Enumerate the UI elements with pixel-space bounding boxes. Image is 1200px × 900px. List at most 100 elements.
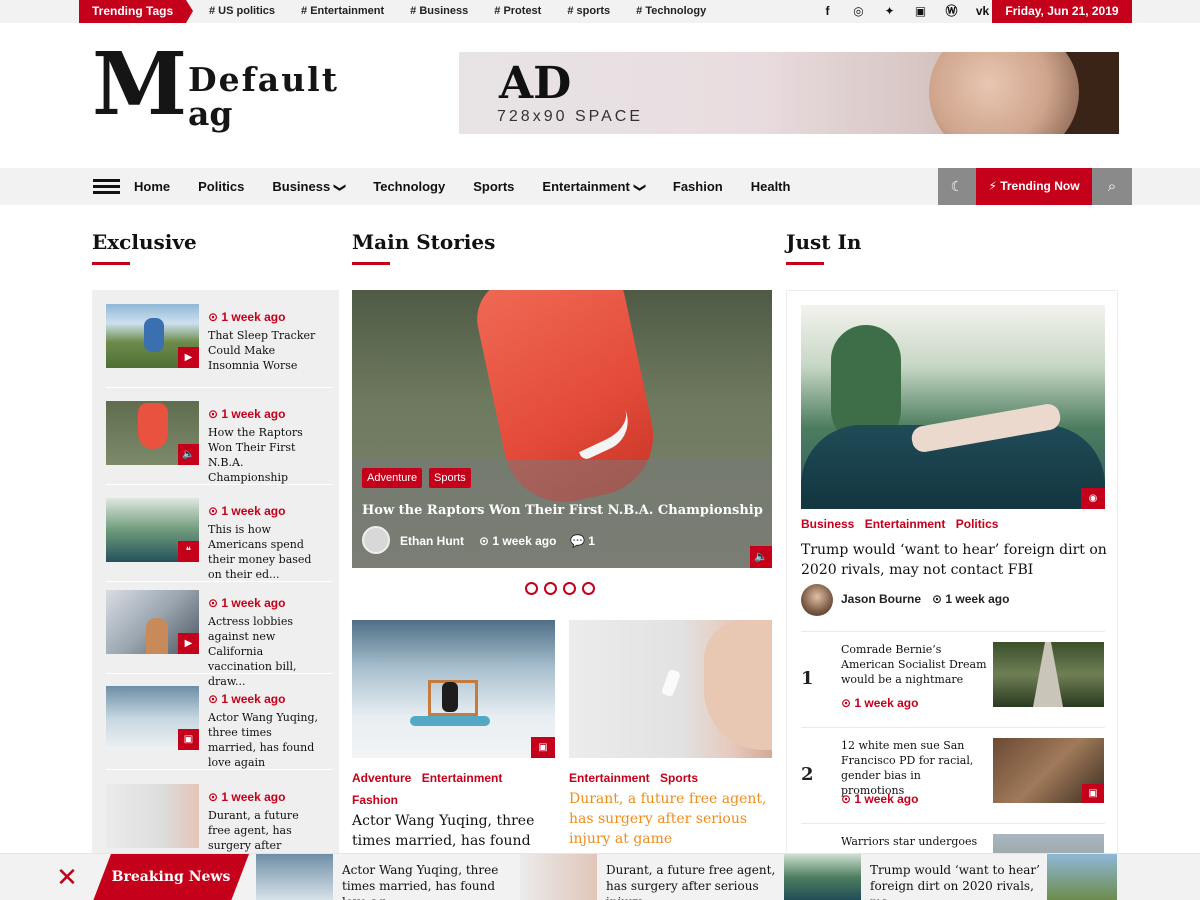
tag-link[interactable]: # Business <box>410 0 468 23</box>
item-time: ⊙ 1 week ago <box>208 407 286 421</box>
hero-title[interactable]: How the Raptors Won Their First N.B.A. C… <box>362 503 763 518</box>
time-text: 1 week ago <box>854 792 919 806</box>
search-icon[interactable]: ⌕ <box>1092 168 1132 205</box>
close-icon[interactable]: ✕ <box>55 864 79 890</box>
category-link[interactable]: Adventure <box>352 771 411 785</box>
main-story-slider[interactable]: Adventure Sports How the Raptors Won The… <box>352 290 772 568</box>
author-name[interactable]: Ethan Hunt <box>400 534 464 548</box>
breaking-thumb <box>520 854 597 900</box>
time-text: 1 week ago <box>221 790 286 804</box>
story-card[interactable]: Entertainment Sports Durant, a future fr… <box>569 620 772 849</box>
item-title[interactable]: Actor Wang Yuqing, three times married, … <box>208 710 318 770</box>
tag-link[interactable]: # Entertainment <box>301 0 384 23</box>
trending-tags-list: # US politics # Entertainment # Business… <box>209 0 732 23</box>
list-item[interactable]: ▣ ⊙ 1 week ago Actor Wang Yuqing, three … <box>106 686 332 770</box>
time-text: 1 week ago <box>221 407 286 421</box>
list-item[interactable]: 🔈 ⊙ 1 week ago How the Raptors Won Their… <box>106 401 332 485</box>
item-time: ⊙ 1 week ago <box>208 790 286 804</box>
author-name[interactable]: Jason Bourne <box>841 592 921 606</box>
thumbnail: 🔈 <box>106 401 199 465</box>
breaking-title[interactable]: Actor Wang Yuqing, three times married, … <box>342 862 512 900</box>
item-time: ⊙ 1 week ago <box>208 692 286 706</box>
slider-dot[interactable] <box>544 582 557 595</box>
nav-item-technology[interactable]: Technology <box>373 168 445 205</box>
ad-banner[interactable]: AD 728x90 SPACE <box>459 52 1119 134</box>
card-board <box>410 716 490 726</box>
item-title[interactable]: This is how Americans spend their money … <box>208 522 318 582</box>
ranked-time: ⊙ 1 week ago <box>841 696 919 710</box>
ranked-title[interactable]: 12 white men sue San Francisco PD for ra… <box>841 738 987 798</box>
current-date: Friday, Jun 21, 2019 <box>992 0 1132 23</box>
story-card[interactable]: ▣ Adventure Entertainment Fashion Actor … <box>352 620 555 871</box>
tag-link[interactable]: # sports <box>567 0 610 23</box>
ranked-image <box>993 642 1104 707</box>
item-title[interactable]: How the Raptors Won Their First N.B.A. C… <box>208 425 318 485</box>
nav-item-politics[interactable]: Politics <box>198 168 244 205</box>
list-item[interactable]: ⊙ 1 week ago Durant, a future free agent… <box>106 784 332 867</box>
logo-letter: M <box>92 34 188 135</box>
category-link[interactable]: Sports <box>660 771 698 785</box>
play-icon: ▶ <box>178 347 199 368</box>
nav-item-home[interactable]: Home <box>134 168 170 205</box>
item-title[interactable]: That Sleep Tracker Could Make Insomnia W… <box>208 328 318 373</box>
category-link[interactable]: Fashion <box>352 793 398 807</box>
item-time: ⊙ 1 week ago <box>208 504 286 518</box>
tag-link[interactable]: # Protest <box>494 0 541 23</box>
menu-icon[interactable] <box>93 179 120 194</box>
nav-item-health[interactable]: Health <box>751 168 791 205</box>
site-logo[interactable]: M Default ag <box>92 40 342 135</box>
slider-dot[interactable] <box>582 582 595 595</box>
just-in-image[interactable]: ◉ <box>801 305 1105 509</box>
nav-item-fashion[interactable]: Fashion <box>673 168 723 205</box>
item-title[interactable]: Actress lobbies against new California v… <box>208 614 318 689</box>
thumb-figure <box>146 618 168 654</box>
twitter-icon[interactable]: ✦ <box>874 0 905 23</box>
breaking-thumb <box>256 854 333 900</box>
slider-dot[interactable] <box>525 582 538 595</box>
breaking-thumb <box>1047 854 1117 900</box>
just-in-title[interactable]: Trump would ‘want to hear’ foreign dirt … <box>801 540 1107 580</box>
breaking-title[interactable]: Trump would ‘want to hear’ foreign dirt … <box>870 862 1040 900</box>
ranked-title[interactable]: Comrade Bernie’s American Socialist Drea… <box>841 642 987 687</box>
list-item[interactable]: ▶ ⊙ 1 week ago That Sleep Tracker Could … <box>106 304 332 388</box>
ranked-image <box>993 834 1104 854</box>
nav-item-business[interactable]: Business ❯ <box>272 168 347 205</box>
trending-now-button[interactable]: ⚡ Trending Now <box>976 168 1092 205</box>
ranked-item[interactable]: 2 12 white men sue San Francisco PD for … <box>801 727 1105 823</box>
comment-count[interactable]: 💬 1 <box>570 534 595 548</box>
category-tag[interactable]: Sports <box>429 468 471 488</box>
breaking-thumb <box>784 854 861 900</box>
category-link[interactable]: Business <box>801 517 854 531</box>
card-image: ▣ <box>352 620 555 758</box>
breaking-title[interactable]: Durant, a future free agent, has surgery… <box>606 862 776 900</box>
category-link[interactable]: Entertainment <box>865 517 946 531</box>
category-tag[interactable]: Adventure <box>362 468 423 488</box>
tag-link[interactable]: # US politics <box>209 0 275 23</box>
trainline-icon[interactable]: ▣ <box>905 0 936 23</box>
time-text: 1 week ago <box>221 310 286 324</box>
card-title[interactable]: Durant, a future free agent, has surgery… <box>569 789 772 849</box>
ranked-item[interactable]: 1 Comrade Bernie’s American Socialist Dr… <box>801 631 1105 727</box>
dark-mode-icon[interactable]: ☾ <box>938 168 976 205</box>
slider-dot[interactable] <box>563 582 576 595</box>
ranked-title[interactable]: Warriors star undergoes sur <box>841 834 987 854</box>
card-face <box>704 620 772 750</box>
comment-number: 1 <box>588 534 595 548</box>
ad-title: AD <box>499 58 572 109</box>
category-link[interactable]: Entertainment <box>422 771 503 785</box>
nav-item-entertainment[interactable]: Entertainment ❯ <box>542 168 647 205</box>
category-link[interactable]: Politics <box>956 517 999 531</box>
rank-number: 1 <box>801 668 814 689</box>
card-figure <box>442 682 458 712</box>
instagram-icon[interactable]: ◎ <box>843 0 874 23</box>
list-item[interactable]: ❝ ⊙ 1 week ago This is how Americans spe… <box>106 498 332 582</box>
ranked-item[interactable]: Warriors star undergoes sur <box>801 823 1105 854</box>
category-link[interactable]: Entertainment <box>569 771 650 785</box>
image-icon: ▣ <box>531 737 555 758</box>
tag-link[interactable]: # Technology <box>636 0 706 23</box>
image-bridge <box>1033 642 1063 707</box>
facebook-icon[interactable]: f <box>812 0 843 23</box>
list-item[interactable]: ▶ ⊙ 1 week ago Actress lobbies against n… <box>106 590 332 688</box>
nav-item-sports[interactable]: Sports <box>473 168 514 205</box>
wordpress-icon[interactable]: Ⓦ <box>936 0 967 23</box>
